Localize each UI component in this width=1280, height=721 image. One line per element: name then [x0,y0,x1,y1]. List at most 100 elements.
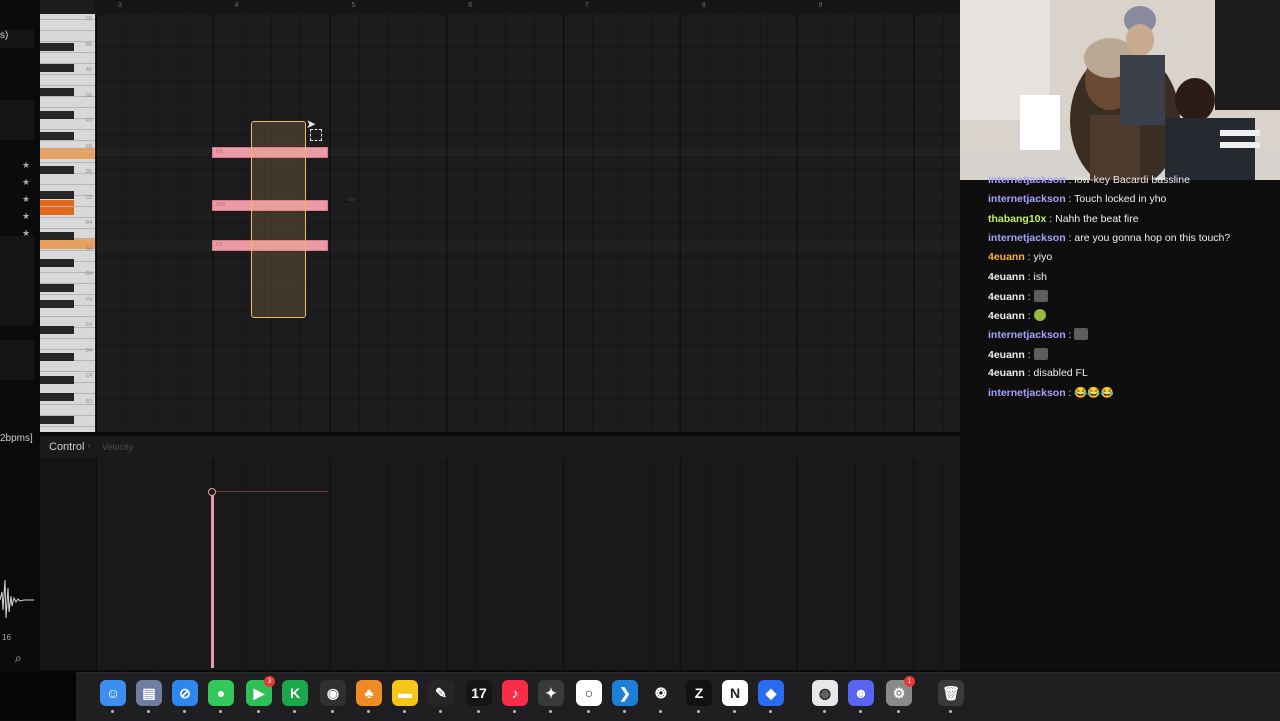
black-key[interactable] [40,132,74,140]
black-key[interactable] [40,207,74,215]
preview-icon[interactable]: ▤ [136,680,162,706]
black-key[interactable] [40,376,74,384]
search-icon[interactable]: ⌕ [15,651,31,665]
white-key-divider [40,162,95,163]
emote-icon [1033,309,1046,322]
chat-text: : [1024,310,1034,323]
black-key[interactable] [40,111,74,119]
running-indicator [403,710,406,713]
chat-text: : ish [1024,270,1047,283]
highlighted-key[interactable] [40,148,95,159]
resize-arrows-icon: ⇔ [346,193,357,205]
chat-text: : are you gonna hop on this touch? [1065,231,1231,244]
black-key[interactable] [40,166,74,174]
timeline-ruler[interactable]: 3 4 5 6 7 8 9 [95,0,960,15]
key-label: G5 [85,92,92,99]
github-icon[interactable]: ○ [576,680,602,706]
trash-icon[interactable]: 🗑 [938,680,964,706]
note-label: C5 [216,242,223,248]
roblox-icon[interactable]: ◆ [758,680,784,706]
chat-username[interactable]: internetjackson [988,174,1066,186]
key-label: F4 [86,296,92,303]
black-key[interactable] [40,259,74,267]
key-label: C4 [85,373,92,379]
tradingview-icon[interactable]: 17 [466,680,492,706]
black-key[interactable] [40,326,74,334]
black-key[interactable] [40,393,74,401]
chat-username[interactable]: 4euann [988,310,1025,322]
capcut-icon[interactable]: Z [686,680,712,706]
davinci-icon[interactable]: ✦ [538,680,564,706]
control-dropdown[interactable]: Control [49,441,84,453]
selection-box[interactable] [251,121,306,318]
chat-username[interactable]: internetjackson [988,329,1066,341]
chat-username[interactable]: internetjackson [988,387,1066,399]
chat-username[interactable]: internetjackson [988,193,1066,205]
event-editor[interactable] [96,458,960,670]
running-indicator [733,710,736,713]
key-label: F5 [86,118,92,124]
black-key[interactable] [40,416,74,424]
black-key[interactable] [40,232,74,240]
key-label: B3 [85,398,92,405]
chrome-icon[interactable]: ◍ [812,680,838,706]
chat-text: : Nahh the beat fire [1046,212,1139,225]
velocity-label[interactable]: Velocity [102,442,133,452]
fl-studio-icon[interactable]: ♣ [356,680,382,706]
black-key[interactable] [40,64,74,72]
chat-username[interactable]: 4euann [988,251,1025,263]
kite-icon[interactable]: K [282,680,308,706]
safari-icon[interactable]: ⊘ [172,680,198,706]
chatgpt-icon[interactable]: ❂ [648,680,674,706]
white-key-divider [40,217,95,218]
chat-username[interactable]: 4euann [988,271,1025,283]
star-icon[interactable]: ★ [22,157,34,174]
running-indicator [659,710,662,713]
sidebar-block [0,100,34,140]
chat-username[interactable]: 4euann [988,291,1025,303]
black-key[interactable] [40,43,74,51]
white-key-divider [40,228,95,229]
chat-username[interactable]: 4euann [988,367,1025,379]
white-key-divider [40,371,95,372]
bar-number: 6 [468,2,473,9]
white-key-divider [40,30,95,31]
chat-message: 4euann : disabled FL [988,367,1088,379]
notion-icon[interactable]: N [722,680,748,706]
vscode-icon[interactable]: ❯ [612,680,638,706]
waveform-thumbnail[interactable] [0,570,34,630]
black-key[interactable] [40,300,74,308]
chat-username[interactable]: 4euann [988,349,1025,361]
chat-text: : Touch locked in yho [1065,193,1167,206]
music-icon[interactable]: ♪ [502,680,528,706]
star-icon[interactable]: ★ [22,174,34,191]
white-key-divider [40,316,95,317]
black-key[interactable] [40,88,74,96]
running-indicator [219,710,222,713]
discord-icon[interactable]: ☻ [848,680,874,706]
note-label: D#5 [216,202,226,208]
chat-scrollbar[interactable] [1265,215,1273,425]
velocity-bar[interactable] [211,492,214,668]
chat-username[interactable]: thabang10x [988,213,1046,225]
finder-icon[interactable]: ☺ [100,680,126,706]
star-icon[interactable]: ★ [22,225,34,242]
chat-text: : [1024,348,1034,361]
running-indicator [111,710,114,713]
star-icon[interactable]: ★ [22,208,34,225]
piano-keyboard[interactable]: C6 B5 A5 G5 F5 E5 D5 C5 B4 A4 G4 F4 E4 D4 C4 B3 [40,14,95,432]
chat-username[interactable]: internetjackson [988,232,1066,244]
star-icon[interactable]: ★ [22,191,34,208]
black-key[interactable] [40,353,74,361]
obs-icon[interactable]: ◉ [320,680,346,706]
black-key[interactable] [40,191,74,199]
note-grid[interactable] [95,14,960,432]
black-key[interactable] [40,284,74,292]
bar-number: 7 [585,2,589,9]
messages-icon[interactable]: ● [208,680,234,706]
running-indicator [549,710,552,713]
notes-icon[interactable]: ▬ [392,680,418,706]
emote-icon [1033,347,1048,360]
velocity-handle[interactable] [208,488,216,496]
pen-icon[interactable]: ✎ [428,680,454,706]
